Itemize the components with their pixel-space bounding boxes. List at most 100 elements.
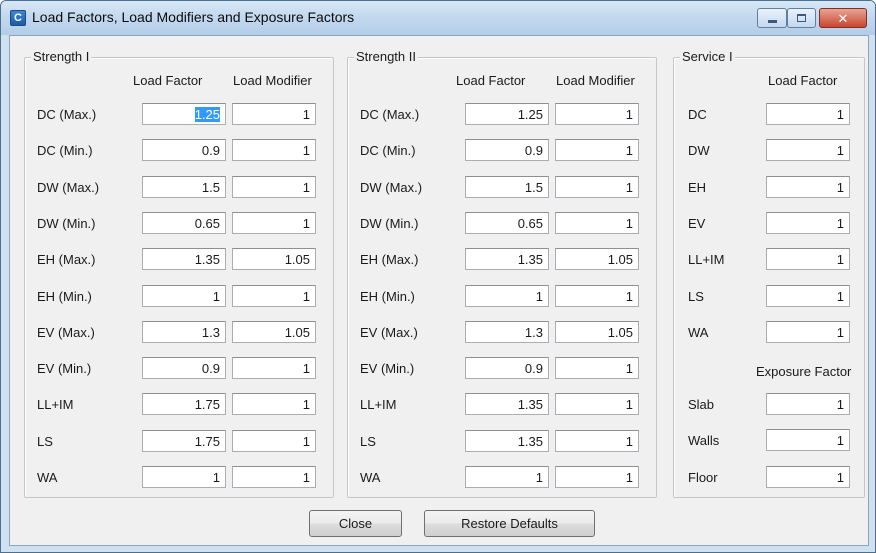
strength-i-load-factor-dw-max[interactable]: 1.5 xyxy=(142,175,226,198)
strength-i-load-factor-header: Load Factor xyxy=(133,73,203,88)
strength-i-load-factor-dw-min[interactable]: 0.65 xyxy=(142,211,226,234)
strength-ii-label-ll-im: LL+IM xyxy=(360,397,397,413)
strength-ii-load-modifier-dc-max[interactable]: 1 xyxy=(555,103,639,125)
exposure-factor-slab[interactable]: 1 xyxy=(766,393,850,415)
strength-ii-label-dc-max: DC (Max.) xyxy=(360,107,420,122)
strength-ii-load-factor-value-dw-max: 1.5 xyxy=(524,179,543,195)
strength-i-load-modifier-dw-max[interactable]: 1 xyxy=(232,175,316,198)
strength-ii-label-wa: WA xyxy=(360,470,381,485)
exposure-factor-walls[interactable]: 1 xyxy=(766,429,850,452)
strength-ii-label-eh-min: EH (Min.) xyxy=(360,288,415,304)
service-i-load-factor-value-ls: 1 xyxy=(836,288,844,304)
strength-i-load-factor-value-dc-max: 1.25 xyxy=(194,107,220,122)
service-i-load-factor-eh[interactable]: 1 xyxy=(766,175,850,198)
restore-defaults-button[interactable]: Restore Defaults xyxy=(424,510,595,537)
strength-i-load-modifier-ev-min[interactable]: 1 xyxy=(232,357,316,380)
strength-ii-load-factor-ls[interactable]: 1.35 xyxy=(465,429,549,452)
strength-i-load-modifier-value-ls: 1 xyxy=(302,433,310,449)
strength-ii-load-factor-ev-min[interactable]: 0.9 xyxy=(465,357,549,380)
service-i-load-factor-wa[interactable]: 1 xyxy=(766,320,850,343)
strength-ii-load-factor-dw-min[interactable]: 0.65 xyxy=(465,211,549,234)
exposure-label-slab: Slab xyxy=(688,397,715,412)
strength-ii-load-modifier-eh-min[interactable]: 1 xyxy=(555,284,639,307)
strength-i-load-modifier-ls[interactable]: 1 xyxy=(232,429,316,452)
strength-ii-load-factor-header: Load Factor xyxy=(456,73,526,88)
service-i-load-factor-ll-im[interactable]: 1 xyxy=(766,248,850,271)
service-i-load-factor-dw[interactable]: 1 xyxy=(766,139,850,162)
strength-ii-load-modifier-dw-max[interactable]: 1 xyxy=(555,175,639,198)
strength-ii-load-factor-ev-max[interactable]: 1.3 xyxy=(465,320,549,343)
strength-ii-label-dc-min: DC (Min.) xyxy=(360,143,416,159)
strength-ii-load-modifier-dc-min[interactable]: 1 xyxy=(555,139,639,162)
strength-ii-load-factor-dw-max[interactable]: 1.5 xyxy=(465,175,549,198)
strength-i-label-eh-max: EH (Max.) xyxy=(37,252,96,268)
close-button[interactable]: Close xyxy=(309,510,402,537)
strength-i-load-modifier-dw-min[interactable]: 1 xyxy=(232,211,316,234)
strength-ii-load-factor-wa[interactable]: 1 xyxy=(465,466,549,488)
exposure-factor-floor[interactable]: 1 xyxy=(766,465,850,488)
strength-ii-label-dw-min: DW (Min.) xyxy=(360,215,419,231)
title-bar[interactable]: C Load Factors, Load Modifiers and Expos… xyxy=(1,1,875,35)
service-i-load-factor-value-ev: 1 xyxy=(836,215,844,231)
strength-ii-load-modifier-value-dc-min: 1 xyxy=(625,143,633,159)
strength-i-load-factor-value-eh-min: 1 xyxy=(212,288,220,304)
close-window-button[interactable]: ✕ xyxy=(819,8,867,28)
strength-i-load-modifier-ev-max[interactable]: 1.05 xyxy=(232,320,316,343)
service-i-group: Service I Load Factor DC 1 DW 1 EH 1 EV 1 LL+IM 1 L… xyxy=(673,49,865,498)
strength-i-load-modifier-eh-min[interactable]: 1 xyxy=(232,284,316,307)
strength-i-load-factor-ll-im[interactable]: 1.75 xyxy=(142,393,226,416)
strength-i-title: Strength I xyxy=(31,49,92,64)
strength-i-label-wa: WA xyxy=(37,470,58,485)
service-i-label-ll-im: LL+IM xyxy=(688,252,725,268)
strength-i-load-factor-dc-max[interactable]: 1.25 xyxy=(142,103,226,125)
service-i-load-factor-ev[interactable]: 1 xyxy=(766,211,850,234)
strength-i-load-modifier-dc-min[interactable]: 1 xyxy=(232,139,316,162)
strength-ii-load-factor-eh-max[interactable]: 1.35 xyxy=(465,248,549,271)
maximize-icon xyxy=(797,14,806,22)
service-i-load-factor-ls[interactable]: 1 xyxy=(766,284,850,307)
service-i-title: Service I xyxy=(680,49,735,64)
strength-ii-load-factor-dc-min[interactable]: 0.9 xyxy=(465,139,549,162)
strength-ii-load-modifier-value-dw-max: 1 xyxy=(625,179,633,195)
strength-i-load-factor-dc-min[interactable]: 0.9 xyxy=(142,139,226,162)
service-i-load-factor-dc[interactable]: 1 xyxy=(766,103,850,125)
exposure-factor-value-floor: 1 xyxy=(836,469,844,485)
strength-ii-load-factor-eh-min[interactable]: 1 xyxy=(465,284,549,307)
strength-ii-label-dw-max: DW (Max.) xyxy=(360,179,423,195)
strength-i-load-factor-wa[interactable]: 1 xyxy=(142,466,226,488)
strength-ii-load-modifier-ev-max[interactable]: 1.05 xyxy=(555,320,639,343)
strength-ii-load-modifier-wa[interactable]: 1 xyxy=(555,466,639,488)
strength-ii-load-factor-dc-max[interactable]: 1.25 xyxy=(465,103,549,125)
strength-ii-load-modifier-ev-min[interactable]: 1 xyxy=(555,357,639,380)
service-i-label-dc: DC xyxy=(688,107,707,122)
strength-i-load-factor-ls[interactable]: 1.75 xyxy=(142,429,226,452)
app-c-icon[interactable]: C xyxy=(10,10,26,26)
strength-i-load-modifier-ll-im[interactable]: 1 xyxy=(232,393,316,416)
minimize-button[interactable] xyxy=(757,8,787,28)
strength-i-load-modifier-dc-max[interactable]: 1 xyxy=(232,103,316,125)
strength-ii-load-factor-value-ll-im: 1.35 xyxy=(517,397,543,413)
strength-i-load-factor-value-ev-max: 1.3 xyxy=(201,324,220,340)
service-i-load-factor-value-dc: 1 xyxy=(836,107,844,122)
strength-ii-load-modifier-value-eh-min: 1 xyxy=(625,288,633,304)
strength-ii-label-ls: LS xyxy=(360,433,376,449)
strength-i-load-factor-eh-max[interactable]: 1.35 xyxy=(142,248,226,271)
service-i-load-factor-value-ll-im: 1 xyxy=(836,252,844,268)
strength-i-load-factor-value-dw-min: 0.65 xyxy=(194,215,220,231)
strength-ii-load-modifier-eh-max[interactable]: 1.05 xyxy=(555,248,639,271)
strength-ii-load-modifier-ls[interactable]: 1 xyxy=(555,429,639,452)
maximize-button[interactable] xyxy=(787,8,816,28)
strength-i-load-modifier-wa[interactable]: 1 xyxy=(232,466,316,488)
exposure-label-floor: Floor xyxy=(688,469,718,485)
strength-ii-load-modifier-dw-min[interactable]: 1 xyxy=(555,211,639,234)
strength-i-label-ev-max: EV (Max.) xyxy=(37,324,95,340)
strength-ii-load-modifier-value-ev-min: 1 xyxy=(625,361,633,377)
strength-i-label-ls: LS xyxy=(37,433,53,449)
strength-ii-load-modifier-ll-im[interactable]: 1 xyxy=(555,393,639,416)
strength-i-load-factor-ev-max[interactable]: 1.3 xyxy=(142,320,226,343)
strength-i-load-factor-ev-min[interactable]: 0.9 xyxy=(142,357,226,380)
strength-i-load-modifier-eh-max[interactable]: 1.05 xyxy=(232,248,316,271)
strength-ii-load-factor-ll-im[interactable]: 1.35 xyxy=(465,393,549,416)
strength-i-load-factor-eh-min[interactable]: 1 xyxy=(142,284,226,307)
strength-i-load-modifier-header: Load Modifier xyxy=(233,73,312,88)
